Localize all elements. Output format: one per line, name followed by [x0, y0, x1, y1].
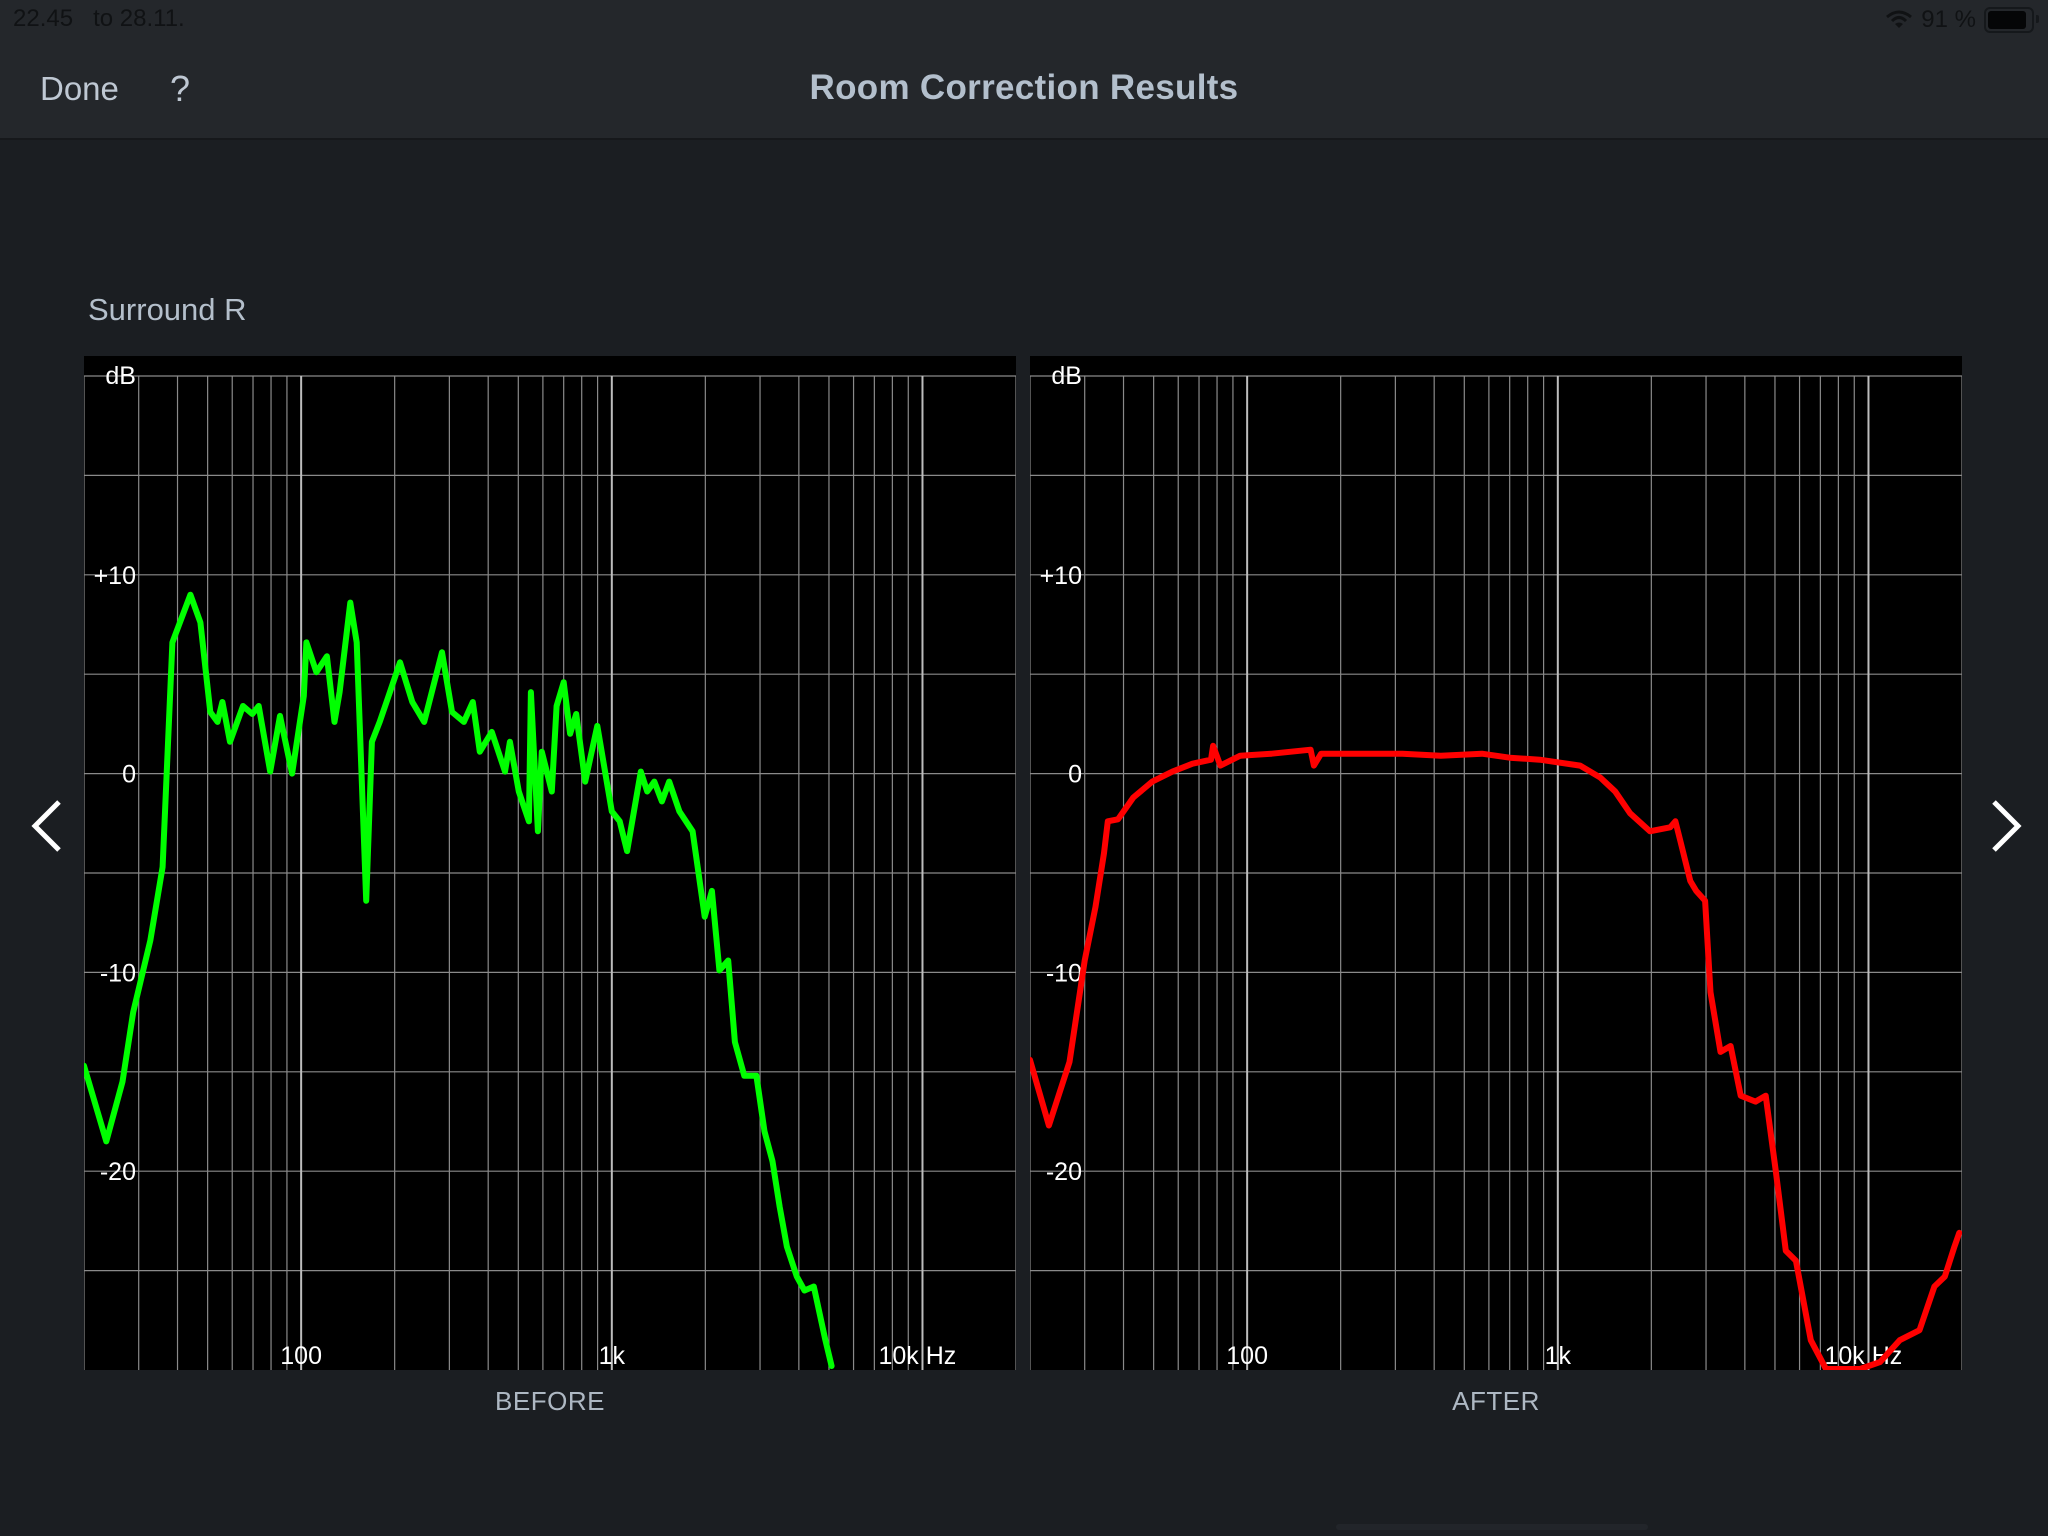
y-tick-label: 0	[122, 761, 136, 789]
after-chart-plot: dB+100-10-20100 1k 10k Hz	[1030, 362, 1962, 1370]
wifi-icon	[1886, 10, 1913, 28]
battery-percent: 91 %	[1921, 6, 1976, 33]
x-tick-label: 10k Hz	[878, 1342, 956, 1370]
after-chart-caption: AFTER	[1452, 1386, 1540, 1416]
before-chart-plot: dB +10 0 -10 -20 100 1k 10k Hz	[84, 362, 1016, 1370]
channel-name: Surround R	[88, 292, 247, 327]
before-chart-caption: BEFORE	[495, 1386, 605, 1416]
series-line-before	[84, 591, 835, 1369]
page-title: Room Correction Results	[809, 68, 1239, 107]
y-tick-label: +10	[94, 562, 136, 590]
after-chart: dB +10 0 -10 -20 100 1k 10k Hz	[1030, 356, 1962, 1370]
y-tick-label: +10	[1040, 562, 1082, 590]
y-tick-label: -20	[1046, 1158, 1082, 1186]
chevron-right-icon[interactable]	[1978, 796, 2028, 856]
status-indicators: 91 %	[1885, 6, 2039, 34]
x-tick-label: 1k	[1545, 1342, 1572, 1370]
chevron-left-icon[interactable]	[25, 796, 75, 856]
y-tick-label: -20	[100, 1158, 136, 1186]
home-indicator[interactable]	[1336, 1524, 1648, 1530]
y-tick-label: dB	[105, 362, 136, 390]
y-tick-label: 0	[1068, 761, 1082, 789]
battery-icon	[1984, 7, 2039, 33]
status-bar: 22.45 to 28.11. 91 %	[0, 0, 2048, 40]
before-chart: dB +10 0 -10 -20 100 1k 10k Hz	[84, 356, 1016, 1370]
y-tick-label: -10	[1046, 959, 1082, 987]
status-time: 22.45 to 28.11.	[13, 5, 185, 32]
battery-level	[1988, 11, 2027, 29]
y-tick-label: -10	[100, 959, 136, 987]
battery-tip	[2036, 15, 2039, 23]
y-tick-label: dB	[1051, 362, 1082, 390]
navigation-bar: Done ? Room Correction Results	[0, 40, 2048, 140]
x-tick-label: 100	[1226, 1342, 1268, 1370]
x-tick-label: 1k	[599, 1342, 626, 1370]
x-tick-label: 100	[280, 1342, 322, 1370]
